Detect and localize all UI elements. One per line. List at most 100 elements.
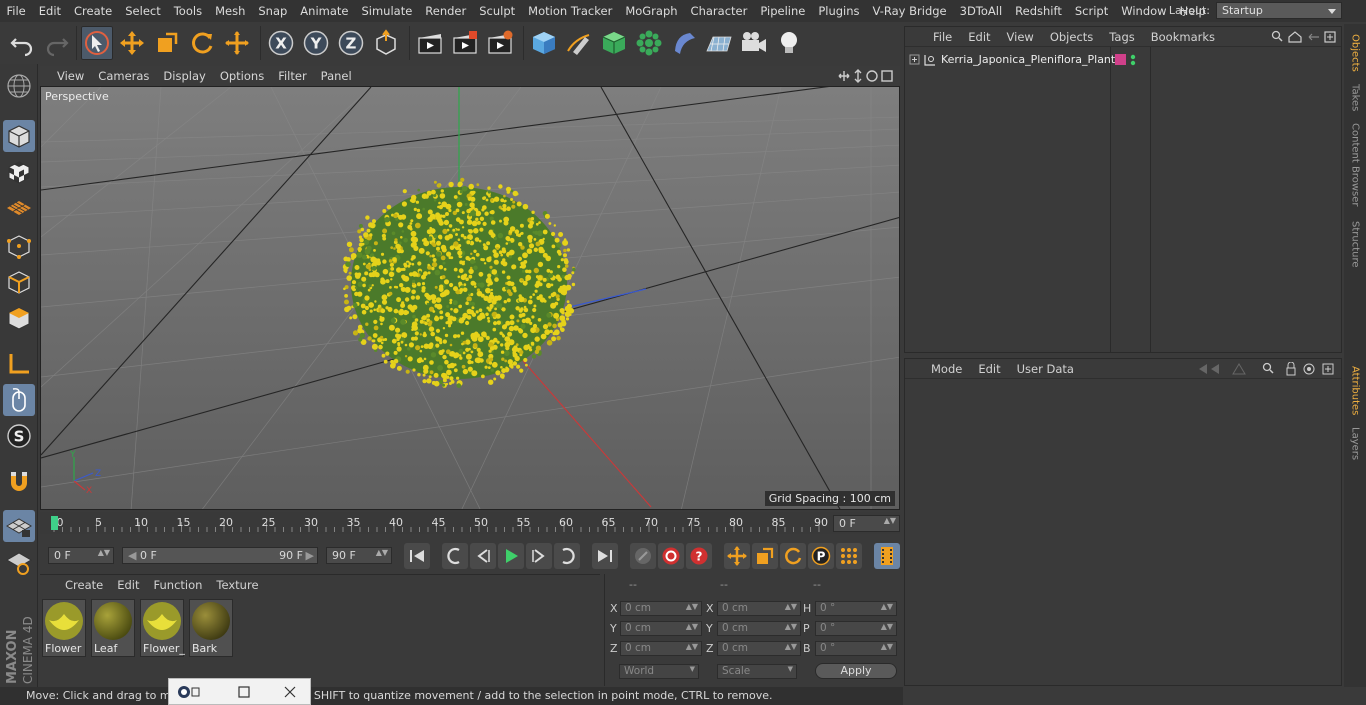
object-menu-file[interactable]: File [925, 30, 960, 44]
go-to-end-button[interactable] [592, 543, 618, 569]
menu-redshift[interactable]: Redshift [1009, 4, 1069, 18]
object-menu-objects[interactable]: Objects [1042, 30, 1101, 44]
key-parameter-button[interactable]: P [808, 543, 834, 569]
camera-button[interactable] [738, 26, 770, 60]
tab-objects[interactable]: Objects [1347, 28, 1363, 78]
keyframe-selection-button[interactable]: ? [686, 543, 712, 569]
live-selection-button[interactable] [81, 26, 113, 60]
layout-select[interactable]: Startup [1216, 2, 1342, 19]
perspective-viewport[interactable]: Y Z X Perspective Grid Spacing : 100 cm [40, 86, 900, 510]
menu-render[interactable]: Render [419, 4, 473, 18]
coord-rot-b-field[interactable]: 0 ° ▲▼ [815, 641, 897, 656]
frame-range-slider[interactable]: ◀ 0 F 90 F ▶ [122, 547, 318, 564]
object-panel-tools[interactable] [1271, 30, 1337, 44]
coord-pos-x-field[interactable]: 0 cm ▲▼ [620, 601, 702, 616]
menu-animate[interactable]: Animate [294, 4, 355, 18]
material-menu-texture[interactable]: Texture [209, 578, 265, 592]
viewport-menu-panel[interactable]: Panel [314, 69, 359, 83]
layer-color-swatch[interactable] [1115, 54, 1126, 65]
menu-edit[interactable]: Edit [32, 4, 67, 18]
material-menu-create[interactable]: Create [58, 578, 110, 592]
scale-tool-button[interactable] [151, 26, 183, 60]
model-mode-button[interactable] [3, 120, 35, 152]
close-icon[interactable] [283, 685, 297, 699]
next-frame-button[interactable] [526, 543, 552, 569]
menu-motion-tracker[interactable]: Motion Tracker [522, 4, 619, 18]
subdivision-surface-button[interactable] [598, 26, 630, 60]
key-scale-button[interactable] [752, 543, 778, 569]
material-swatch-bark[interactable]: Bark [189, 599, 233, 657]
current-frame-field[interactable]: 0 F ▲▼ [833, 515, 900, 532]
visibility-dots-icon[interactable] [1130, 53, 1136, 67]
attribute-menu-user-data[interactable]: User Data [1009, 362, 1082, 376]
cloner-button[interactable] [633, 26, 665, 60]
make-editable-button[interactable] [3, 70, 35, 102]
material-swatch-flower-2[interactable]: Flower_ [140, 599, 185, 657]
object-menu-tags[interactable]: Tags [1101, 30, 1142, 44]
expand-and-null-icon[interactable] [909, 54, 941, 66]
record-active-objects-button[interactable] [630, 543, 656, 569]
rotate-tool-button[interactable] [186, 26, 218, 60]
coord-size-x-field[interactable]: 0 cm ▲▼ [717, 601, 801, 616]
material-swatch-flower[interactable]: Flower [42, 599, 86, 657]
coord-scale-dropdown[interactable]: Scale ▼ [717, 664, 797, 679]
menu-plugins[interactable]: Plugins [812, 4, 866, 18]
coord-world-dropdown[interactable]: World ▼ [619, 664, 699, 679]
next-key-button[interactable] [554, 543, 580, 569]
menu-window[interactable]: Window [1115, 4, 1173, 18]
menu-script[interactable]: Script [1068, 4, 1114, 18]
coord-pos-y-field[interactable]: 0 cm ▲▼ [620, 621, 702, 636]
menu-mograph[interactable]: MoGraph [619, 4, 684, 18]
attribute-menu-edit[interactable]: Edit [970, 362, 1008, 376]
viewport-menu-cameras[interactable]: Cameras [91, 69, 156, 83]
coord-pos-z-field[interactable]: 0 cm ▲▼ [620, 641, 702, 656]
render-view-button[interactable] [414, 26, 446, 60]
tab-layers[interactable]: Layers [1347, 426, 1363, 462]
workplane-button[interactable] [3, 546, 35, 578]
autokeying-button[interactable] [658, 543, 684, 569]
coord-size-y-field[interactable]: 0 cm ▲▼ [717, 621, 801, 636]
cube-primitive-button[interactable] [528, 26, 560, 60]
menu-snap[interactable]: Snap [252, 4, 294, 18]
object-menu-bookmarks[interactable]: Bookmarks [1143, 30, 1223, 44]
play-button[interactable] [498, 543, 524, 569]
undo-button[interactable] [6, 26, 38, 60]
material-swatch-leaf[interactable]: Leaf [91, 599, 135, 657]
menu-create[interactable]: Create [68, 4, 119, 18]
solo-button[interactable]: S [3, 420, 35, 452]
menu-vray-bridge[interactable]: V-Ray Bridge [866, 4, 953, 18]
go-to-start-button[interactable] [404, 543, 430, 569]
x-axis-lock-button[interactable]: X [265, 26, 297, 60]
coord-apply-button[interactable]: Apply [815, 663, 897, 679]
object-name[interactable]: Kerria_Japonica_Pleniflora_Plant [941, 53, 1115, 66]
previous-frame-button[interactable] [470, 543, 496, 569]
timeline-window-button[interactable] [874, 543, 900, 569]
object-menu-edit[interactable]: Edit [960, 30, 998, 44]
z-axis-lock-button[interactable]: Z [335, 26, 367, 60]
tweak-mode-button[interactable] [3, 384, 35, 416]
viewport-nav-icons[interactable] [836, 68, 896, 84]
light-button[interactable] [773, 26, 805, 60]
viewport-menu-display[interactable]: Display [156, 69, 212, 83]
object-row[interactable]: Kerria_Japonica_Pleniflora_Plant [905, 51, 1341, 69]
maximize-icon[interactable] [237, 685, 251, 699]
transform-tool-button[interactable] [221, 26, 253, 60]
floor-button[interactable] [703, 26, 735, 60]
object-menu-view[interactable]: View [999, 30, 1042, 44]
menu-sculpt[interactable]: Sculpt [473, 4, 522, 18]
attribute-panel-tools[interactable] [1197, 362, 1337, 376]
edges-mode-button[interactable] [3, 266, 35, 298]
material-menu-function[interactable]: Function [147, 578, 210, 592]
menu-select[interactable]: Select [119, 4, 167, 18]
attribute-menu-mode[interactable]: Mode [923, 362, 970, 376]
viewport-menu-filter[interactable]: Filter [271, 69, 313, 83]
deformer-button[interactable] [668, 26, 700, 60]
key-position-button[interactable] [724, 543, 750, 569]
key-pla-button[interactable] [836, 543, 862, 569]
y-axis-lock-button[interactable]: Y [300, 26, 332, 60]
render-settings-button[interactable] [484, 26, 516, 60]
viewport-menu-options[interactable]: Options [213, 69, 271, 83]
menu-simulate[interactable]: Simulate [355, 4, 419, 18]
playhead[interactable] [51, 516, 58, 530]
viewport-menu-view[interactable]: View [50, 69, 91, 83]
